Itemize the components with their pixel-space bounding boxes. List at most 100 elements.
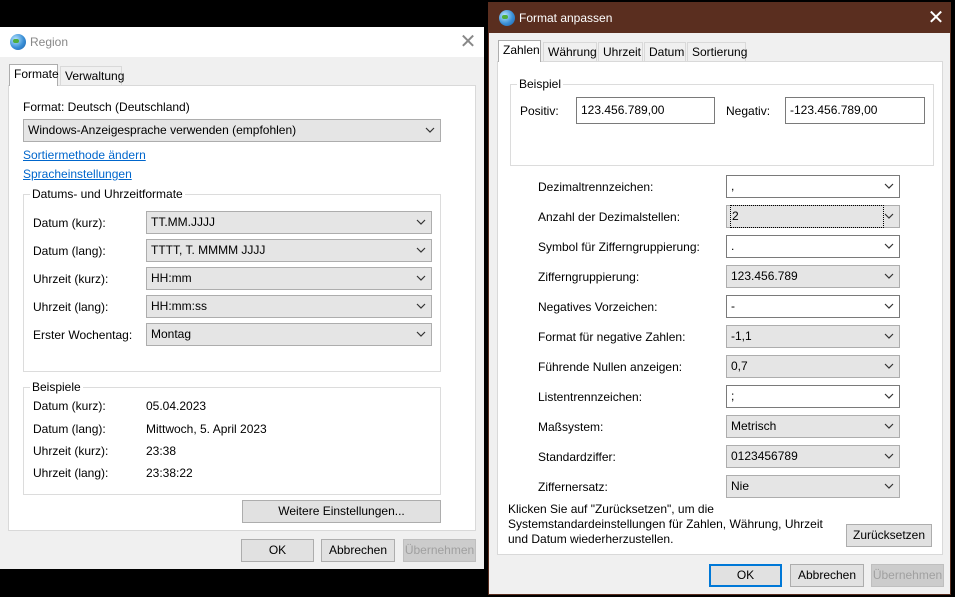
chevron-down-icon (415, 296, 427, 317)
grouping-symbol-value: . (731, 239, 735, 253)
tab-datum[interactable]: Datum (644, 42, 686, 62)
standard-digits-label: Standardziffer: (538, 450, 616, 464)
first-weekday-select[interactable]: Montag (146, 323, 432, 346)
digit-substitution-select[interactable]: Nie (726, 475, 900, 498)
negative-sign-value: - (731, 299, 735, 313)
chevron-down-icon (883, 476, 895, 497)
format-cancel-button[interactable]: Abbrechen (790, 564, 864, 587)
format-title: Format anpassen (519, 11, 613, 25)
reset-hint-line3: und Datum wiederherzustellen. (508, 532, 674, 546)
reset-button[interactable]: Zurücksetzen (846, 524, 932, 547)
chevron-down-icon (883, 206, 895, 227)
region-window: Region ✕ Formate Verwaltung Format: Deut… (0, 27, 484, 569)
format-zahlen-panel: Beispiel Positiv: 123.456.789,00 Negativ… (497, 61, 943, 555)
example-time-short-label: Uhrzeit (kurz): (33, 444, 109, 458)
date-short-select[interactable]: TT.MM.JJJJ (146, 211, 432, 234)
language-settings-link[interactable]: Spracheinstellungen (23, 167, 132, 181)
chevron-down-icon (424, 120, 436, 141)
negative-format-value: -1,1 (731, 329, 752, 343)
date-long-select[interactable]: TTTT, T. MMMM JJJJ (146, 239, 432, 262)
format-select-value: Windows-Anzeigesprache verwenden (empfoh… (28, 123, 297, 137)
date-time-formats-title: Datums- und Uhrzeitformate (30, 187, 185, 201)
format-window: Format anpassen ✕ Zahlen Währung Uhrzeit… (488, 2, 951, 595)
examples-title: Beispiele (30, 380, 83, 394)
negative-sign-select[interactable]: - (726, 295, 900, 318)
standard-digits-select[interactable]: 0123456789 (726, 445, 900, 468)
digit-grouping-value: 123.456.789 (731, 269, 798, 283)
tab-zahlen[interactable]: Zahlen (498, 40, 541, 62)
region-titlebar[interactable]: Region ✕ (0, 27, 484, 57)
time-short-label: Uhrzeit (kurz): (33, 272, 109, 286)
negative-format-label: Format für negative Zahlen: (538, 330, 686, 344)
tab-formate[interactable]: Formate (9, 64, 59, 86)
leading-zeros-select[interactable]: 0,7 (726, 355, 900, 378)
grouping-symbol-label: Symbol für Zifferngruppierung: (538, 240, 700, 254)
digit-grouping-select[interactable]: 123.456.789 (726, 265, 900, 288)
negative-format-select[interactable]: -1,1 (726, 325, 900, 348)
tab-uhrzeit[interactable]: Uhrzeit (598, 42, 643, 62)
region-ok-button[interactable]: OK (241, 539, 314, 562)
example-date-long-value: Mittwoch, 5. April 2023 (146, 422, 267, 436)
date-short-label: Datum (kurz): (33, 216, 106, 230)
date-long-label: Datum (lang): (33, 244, 106, 258)
list-separator-label: Listentrennzeichen: (538, 390, 643, 404)
globe-icon (10, 34, 26, 50)
region-formate-panel: Format: Deutsch (Deutschland) Windows-An… (8, 85, 476, 531)
more-settings-button[interactable]: Weitere Einstellungen... (242, 500, 441, 523)
time-short-select[interactable]: HH:mm (146, 267, 432, 290)
example-title: Beispiel (517, 77, 564, 91)
sort-method-link[interactable]: Sortiermethode ändern (23, 148, 146, 162)
date-short-value: TT.MM.JJJJ (151, 215, 215, 229)
chevron-down-icon (883, 236, 895, 257)
format-apply-button[interactable]: Übernehmen (871, 564, 944, 587)
reset-hint-line2: Systemstandardeinstellungen für Zahlen, … (508, 517, 823, 531)
chevron-down-icon (883, 416, 895, 437)
date-long-value: TTTT, T. MMMM JJJJ (151, 243, 266, 257)
example-time-long-value: 23:38:22 (146, 466, 193, 480)
format-select[interactable]: Windows-Anzeigesprache verwenden (empfoh… (23, 119, 441, 142)
chevron-down-icon (415, 240, 427, 261)
tab-verwaltung[interactable]: Verwaltung (60, 66, 124, 86)
list-separator-value: ; (731, 389, 735, 403)
first-weekday-label: Erster Wochentag: (33, 328, 133, 342)
decimal-places-value: 2 (730, 205, 884, 228)
example-date-short-value: 05.04.2023 (146, 399, 207, 413)
chevron-down-icon (415, 268, 427, 289)
leading-zeros-value: 0,7 (731, 359, 748, 373)
measurement-system-value: Metrisch (731, 419, 777, 433)
chevron-down-icon (415, 212, 427, 233)
chevron-down-icon (883, 296, 895, 317)
format-ok-button[interactable]: OK (709, 564, 782, 587)
time-long-select[interactable]: HH:mm:ss (146, 295, 432, 318)
list-separator-select[interactable]: ; (726, 385, 900, 408)
digit-substitution-value: Nie (731, 479, 750, 493)
decimal-places-label: Anzahl der Dezimalstellen: (538, 210, 681, 224)
region-apply-button[interactable]: Übernehmen (403, 539, 476, 562)
tab-sortierung[interactable]: Sortierung (687, 42, 747, 62)
decimal-separator-value: , (731, 179, 735, 193)
decimal-places-select[interactable]: 2 (726, 205, 900, 228)
measurement-system-select[interactable]: Metrisch (726, 415, 900, 438)
close-icon[interactable]: ✕ (456, 30, 480, 54)
first-weekday-value: Montag (151, 327, 192, 341)
negative-sign-label: Negatives Vorzeichen: (538, 300, 658, 314)
positive-field[interactable]: 123.456.789,00 (576, 97, 715, 124)
chevron-down-icon (415, 324, 427, 345)
example-time-short-value: 23:38 (146, 444, 177, 458)
region-cancel-button[interactable]: Abbrechen (321, 539, 395, 562)
region-title: Region (30, 35, 69, 49)
measurement-system-label: Maßsystem: (538, 420, 604, 434)
decimal-separator-label: Dezimaltrennzeichen: (538, 180, 654, 194)
chevron-down-icon (883, 386, 895, 407)
digit-substitution-label: Ziffernersatz: (538, 480, 608, 494)
grouping-symbol-select[interactable]: . (726, 235, 900, 258)
format-titlebar[interactable]: Format anpassen ✕ (489, 3, 950, 33)
leading-zeros-label: Führende Nullen anzeigen: (538, 360, 683, 374)
negative-label: Negativ: (726, 104, 771, 118)
time-short-value: HH:mm (151, 271, 192, 285)
negative-field[interactable]: -123.456.789,00 (785, 97, 925, 124)
chevron-down-icon (883, 446, 895, 467)
close-icon[interactable]: ✕ (924, 6, 948, 30)
decimal-separator-select[interactable]: , (726, 175, 900, 198)
tab-waehrung[interactable]: Währung (543, 42, 597, 62)
